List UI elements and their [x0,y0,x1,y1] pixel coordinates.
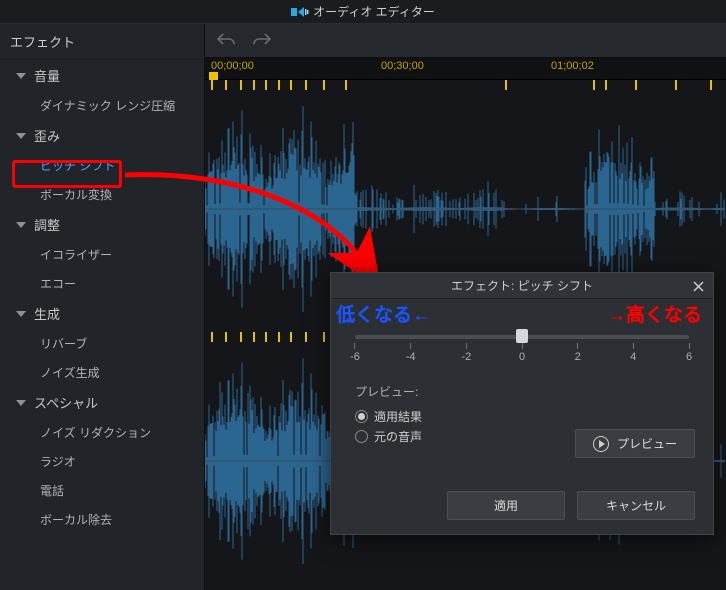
item-pitch-shift[interactable]: ピッチ シフト [0,151,204,180]
ruler-tick: 00;00;00 [211,60,254,72]
effects-sidebar: エフェクト 音量 ダイナミック レンジ圧縮 歪み ピッチ シフト ボーカル変換 … [0,24,205,590]
preview-label: プレビュー: [355,383,695,400]
item-echo[interactable]: エコー [0,269,204,298]
group-generate[interactable]: 生成 [0,298,204,329]
slider-tick: 6 [686,343,692,363]
item-radio[interactable]: ラジオ [0,447,204,476]
slider-tick: 0 [519,343,525,363]
pitch-shift-dialog: エフェクト: ピッチ シフト -6-4-20246 プレビュー: 適用結果 元の… [330,272,714,535]
radio-applied[interactable]: 適用結果 [355,408,695,425]
group-volume[interactable]: 音量 [0,60,204,91]
cancel-button[interactable]: キャンセル [577,491,695,520]
slider-tick: -6 [350,343,360,363]
item-dynamic-range[interactable]: ダイナミック レンジ圧縮 [0,91,204,120]
dialog-title-bar[interactable]: エフェクト: ピッチ シフト [331,273,713,299]
slider-tick: 2 [575,343,581,363]
toolbar [205,24,726,58]
chevron-down-icon [16,400,26,406]
chevron-down-icon [16,222,26,228]
group-distortion[interactable]: 歪み [0,120,204,151]
pitch-slider[interactable]: -6-4-20246 [355,335,689,373]
app-icon [291,6,307,18]
item-reverb[interactable]: リバーブ [0,329,204,358]
group-special[interactable]: スペシャル [0,387,204,418]
slider-tick: -2 [461,343,471,363]
item-equalizer[interactable]: イコライザー [0,240,204,269]
ruler-tick: 00;30;00 [381,60,424,72]
dialog-title: エフェクト: ピッチ シフト [451,277,593,294]
title-bar: オーディオ エディター [0,0,726,24]
undo-icon[interactable] [217,32,235,49]
ruler-tick: 01;00;02 [551,60,594,72]
preview-button[interactable]: プレビュー [575,429,695,458]
item-noise-reduction[interactable]: ノイズ リダクション [0,418,204,447]
radio-icon [355,430,368,443]
close-icon[interactable] [689,277,707,295]
playhead-icon[interactable] [209,72,218,80]
app-title: オーディオ エディター [313,3,435,20]
group-adjust[interactable]: 調整 [0,209,204,240]
play-icon [593,436,609,452]
slider-thumb[interactable] [516,329,528,343]
apply-button[interactable]: 適用 [447,491,565,520]
item-vocal-remove[interactable]: ボーカル除去 [0,505,204,534]
item-noise-gen[interactable]: ノイズ生成 [0,358,204,387]
item-vocal-transform[interactable]: ボーカル変換 [0,180,204,209]
chevron-down-icon [16,73,26,79]
chevron-down-icon [16,311,26,317]
sidebar-title: エフェクト [0,24,204,60]
radio-icon [355,410,368,423]
item-phone[interactable]: 電話 [0,476,204,505]
redo-icon[interactable] [253,32,271,49]
time-ruler[interactable]: 00;00;00 00;30;00 01;00;02 [205,58,726,80]
slider-tick: -4 [406,343,416,363]
slider-tick: 4 [630,343,636,363]
chevron-down-icon [16,133,26,139]
